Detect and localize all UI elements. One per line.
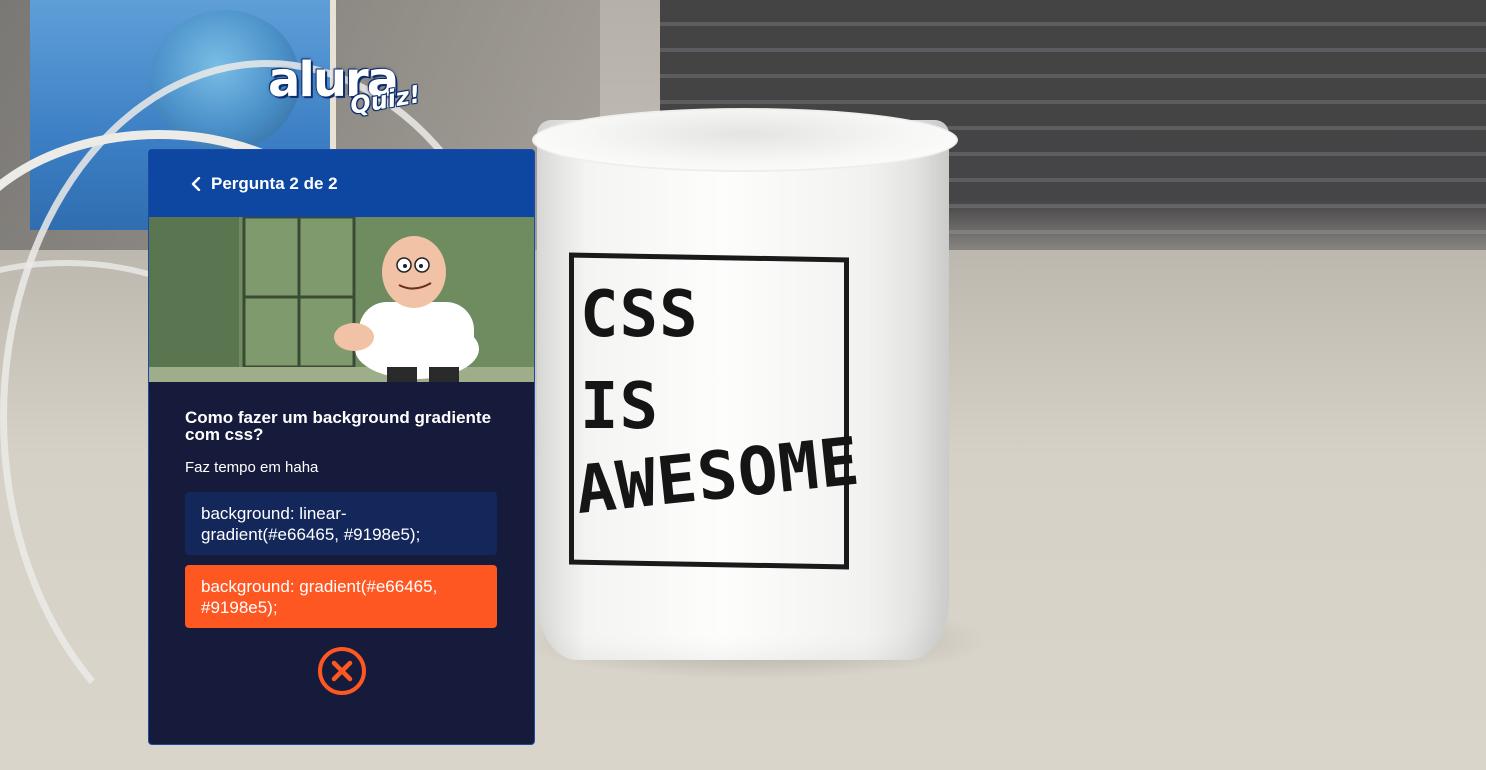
quiz-card-content: Como fazer um background gradiente com c… xyxy=(149,382,534,696)
page: CSS IS AWESOME alura Quiz! Pergunta 2 de… xyxy=(0,0,1486,770)
mug-text-line: CSS xyxy=(580,278,699,352)
question-counter: Pergunta 2 de 2 xyxy=(211,173,338,193)
mug-text-line: IS xyxy=(580,370,660,444)
result-indicator xyxy=(185,646,498,696)
quiz-card: Pergunta 2 de 2 Como fazer um background… xyxy=(148,149,535,745)
question-image xyxy=(149,217,534,382)
answer-option[interactable]: background: linear-gradient(#e66465, #91… xyxy=(185,492,497,555)
chevron-left-icon[interactable] xyxy=(191,176,201,191)
mug-rim xyxy=(532,108,958,172)
answer-option-selected[interactable]: background: gradient(#e66465, #9198e5); xyxy=(185,565,497,628)
quiz-card-header: Pergunta 2 de 2 xyxy=(149,150,534,217)
question-description: Faz tempo em haha xyxy=(185,459,319,476)
alura-quiz-logo: alura Quiz! xyxy=(268,52,423,122)
question-title: Como fazer um background gradiente com c… xyxy=(185,408,492,444)
close-circle-icon xyxy=(317,647,366,695)
